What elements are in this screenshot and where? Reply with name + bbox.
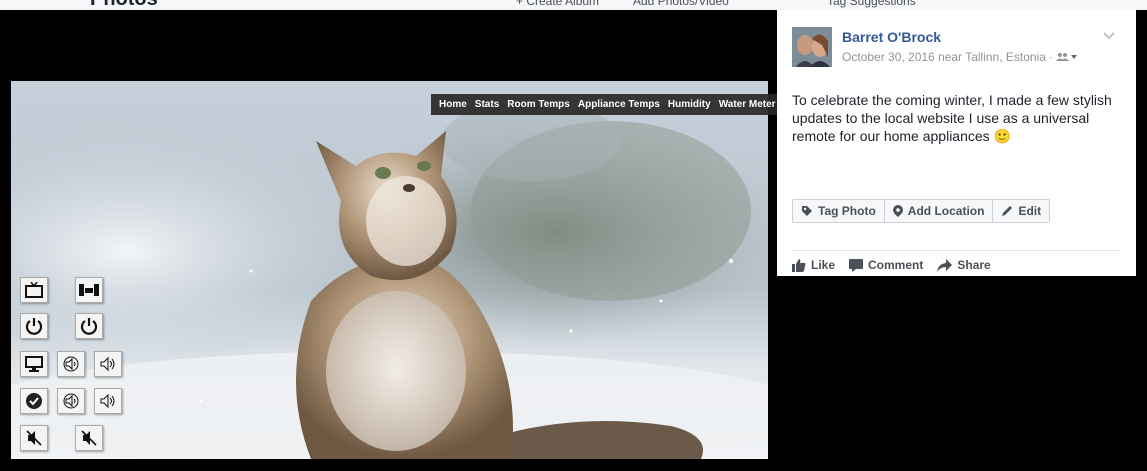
cat-photo-graphic: [11, 81, 768, 459]
tv-mute-button[interactable]: [20, 425, 48, 451]
tv-power-button[interactable]: [20, 313, 48, 339]
tv-button[interactable]: [20, 277, 48, 303]
tv-volume-up-button[interactable]: [94, 351, 122, 377]
nav-stats[interactable]: Stats: [475, 99, 499, 110]
stereo-button[interactable]: [75, 277, 103, 303]
nav-room-temps[interactable]: Room Temps: [507, 99, 570, 110]
nav-humidity[interactable]: Humidity: [668, 99, 711, 110]
thumbs-up-icon: [792, 258, 806, 272]
volume-down-icon: [63, 393, 79, 409]
meta-separator: ·: [1048, 50, 1053, 64]
volume-up-icon: [100, 356, 115, 372]
chevron-down-icon[interactable]: [1102, 28, 1116, 42]
post-panel: Barret O'Brock October 30, 2016 near Tal…: [777, 10, 1136, 276]
post-meta: October 30, 2016 near Tallinn, Estonia ·: [842, 50, 1078, 64]
stereo-mute-button[interactable]: [75, 425, 103, 451]
comment-button[interactable]: Comment: [849, 258, 923, 272]
friends-icon[interactable]: [1055, 52, 1078, 62]
photo-site-nav: Home Stats Room Temps Appliance Temps Hu…: [431, 94, 784, 115]
add-location-button[interactable]: Add Location: [884, 200, 994, 222]
comment-icon: [849, 258, 864, 272]
nav-appliance-temps[interactable]: Appliance Temps: [578, 99, 660, 110]
page-title: Photos: [90, 0, 158, 10]
tv-volume-down-button[interactable]: [57, 351, 85, 377]
pencil-icon: [1002, 206, 1013, 216]
add-location-label: Add Location: [907, 204, 985, 218]
check-icon: [26, 393, 42, 409]
tag-icon: [802, 206, 812, 216]
nav-water-meter[interactable]: Water Meter: [719, 99, 776, 110]
author-name[interactable]: Barret O'Brock: [842, 29, 941, 45]
photo-edge: [768, 335, 778, 471]
edit-button[interactable]: Edit: [993, 200, 1050, 222]
divider: [792, 250, 1120, 251]
like-label: Like: [811, 258, 836, 272]
like-button[interactable]: Like: [792, 258, 835, 272]
mute-icon: [26, 430, 42, 446]
stereo-volume-down-button[interactable]: [57, 388, 85, 414]
share-label: Share: [957, 258, 991, 272]
avatar[interactable]: [792, 27, 832, 67]
tag-photo-button[interactable]: Tag Photo: [793, 200, 885, 222]
volume-up-icon: [100, 393, 115, 409]
add-photos-link[interactable]: Add Photos/Video: [633, 0, 729, 8]
mute-icon: [81, 430, 97, 446]
power-icon: [80, 318, 98, 335]
monitor-button[interactable]: [20, 351, 48, 377]
share-button[interactable]: Share: [937, 258, 991, 272]
create-album-link[interactable]: + Create Album: [516, 0, 599, 8]
stereo-power-button[interactable]: [75, 313, 103, 339]
tag-suggestions-link[interactable]: Tag Suggestions: [827, 0, 916, 8]
photo-image: [11, 81, 768, 459]
power-icon: [25, 318, 43, 335]
stereo-icon: [79, 284, 99, 296]
volume-down-icon: [63, 356, 79, 372]
nav-home[interactable]: Home: [439, 99, 467, 110]
tag-photo-label: Tag Photo: [818, 204, 876, 218]
post-date-location[interactable]: October 30, 2016 near Tallinn, Estonia: [842, 50, 1046, 64]
tv-icon: [25, 282, 43, 298]
edit-label: Edit: [1018, 204, 1042, 218]
profile-photo: [792, 27, 832, 67]
post-text: To celebrate the coming winter, I made a…: [792, 92, 1112, 144]
location-pin-icon: [892, 205, 903, 217]
photo-actions: Tag Photo Add Location Edit: [792, 199, 1051, 223]
share-icon: [937, 258, 953, 272]
check-button[interactable]: [20, 388, 48, 414]
stereo-volume-up-button[interactable]: [94, 388, 122, 414]
comment-label: Comment: [868, 258, 924, 272]
ufi-bar: Like Comment Share: [792, 258, 1005, 272]
monitor-icon: [25, 356, 43, 372]
background-page-header: Photos + Create Album Add Photos/Video T…: [0, 0, 1147, 10]
